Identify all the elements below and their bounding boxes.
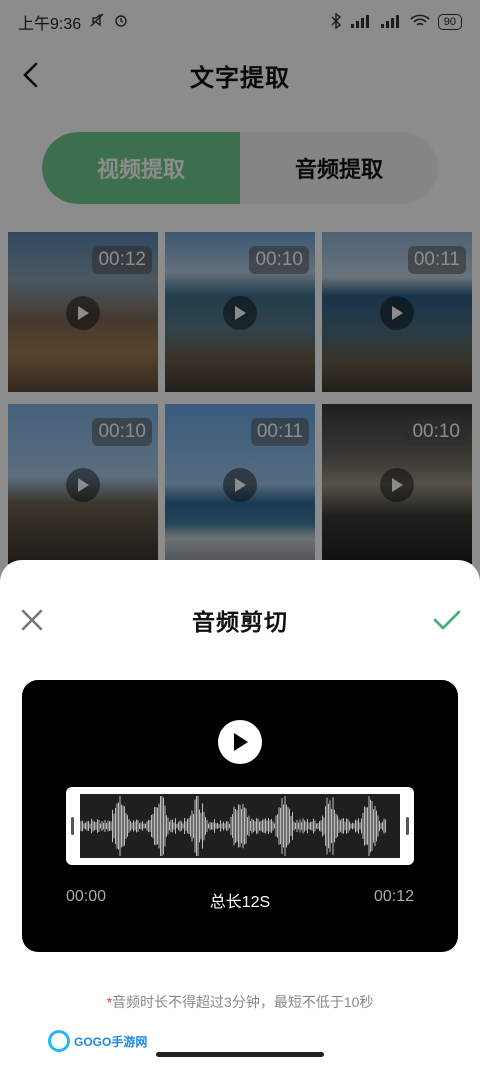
end-time: 00:12 [373, 888, 414, 905]
play-icon [234, 733, 248, 751]
sheet-header: 音频剪切 [0, 600, 480, 640]
home-indicator[interactable] [156, 1052, 324, 1057]
audio-waveform [80, 796, 386, 856]
confirm-button[interactable] [430, 604, 464, 636]
trim-handle-right[interactable] [406, 817, 409, 835]
notice-text: 音频时长不得超过3分钟，最短不低于10秒 [112, 994, 374, 1010]
duration-notice: *音频时长不得超过3分钟，最短不低于10秒 [0, 992, 480, 1012]
time-labels: 00:00 总长12S 00:12 [22, 888, 458, 912]
audio-cut-sheet: 音频剪切 00:00 总长12S 00:12 *音频时长不得超过3分钟，最短不低… [0, 560, 480, 1066]
close-icon [21, 609, 43, 631]
close-button[interactable] [16, 604, 48, 636]
audio-player: 00:00 总长12S 00:12 [22, 680, 458, 952]
watermark-text: GOGO手游网 [74, 1034, 148, 1049]
watermark-icon [48, 1030, 70, 1052]
trim-selection-frame[interactable] [66, 787, 414, 865]
checkmark-icon [433, 610, 461, 630]
trim-handle-left[interactable] [71, 817, 74, 835]
watermark-logo: GOGO手游网 [48, 1030, 147, 1052]
sheet-title: 音频剪切 [192, 609, 288, 635]
play-button[interactable] [218, 720, 262, 764]
